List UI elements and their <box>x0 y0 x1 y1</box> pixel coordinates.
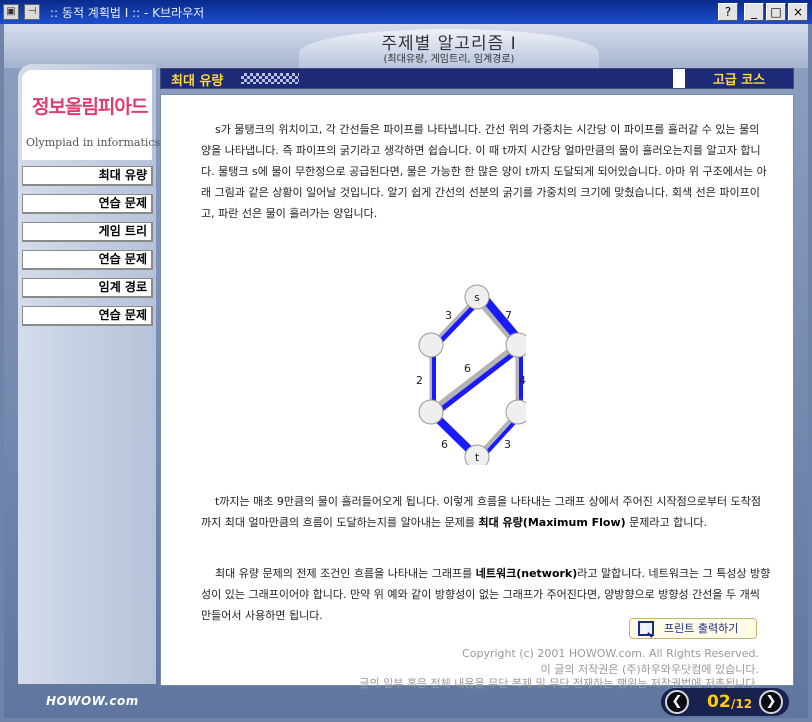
sidebar-item-exercise-1[interactable]: 연습 문제 <box>22 194 153 214</box>
print-button-label: 프린트 출력하기 <box>664 622 739 635</box>
paragraph-network-text: 최대 유량 문제의 전제 조건인 흐름을 나타내는 그래프를 <box>215 567 476 580</box>
page-heading: 주제별 알고리즘 I (최대유량, 게임트리, 임계경로) <box>299 29 599 69</box>
node-label-t: t <box>475 451 480 464</box>
app-frame: 주제별 알고리즘 I (최대유량, 게임트리, 임계경로) 정보올림피아드 Ol… <box>4 24 808 718</box>
copyright-line: Copyright (c) 2001 HOWOW.com. All Rights… <box>462 647 759 660</box>
paragraph-max-flow: t까지는 매초 9만큼의 물이 흘러들어오게 됩니다. 이렇게 흐름을 나타내는… <box>201 491 771 533</box>
section-title-bar: 최대 유량 <box>161 69 673 89</box>
pipe-b-c <box>428 342 521 415</box>
sidebar-item-exercise-2[interactable]: 연습 문제 <box>22 250 153 270</box>
olympiad-logo: 정보올림피아드 Olympiad in informatics <box>22 70 160 160</box>
magnifier-print-icon <box>638 621 654 636</box>
paragraph-network: 최대 유량 문제의 전제 조건인 흐름을 나타내는 그래프를 네트워크(netw… <box>201 563 771 626</box>
section-title: 최대 유량 <box>171 74 224 89</box>
page-subtitle: (최대유량, 게임트리, 임계경로) <box>383 54 515 65</box>
node-a <box>418 332 444 358</box>
course-badge: 고급 코스 <box>685 69 793 88</box>
sidebar-menu: 최대 유량 연습 문제 게임 트리 연습 문제 임계 경로 연습 문제 <box>22 166 153 334</box>
sidebar-item-critical-path[interactable]: 임계 경로 <box>22 278 153 298</box>
node-d <box>505 399 526 425</box>
page-current: 02 <box>707 692 731 712</box>
minimize-button[interactable]: _ <box>744 3 764 21</box>
edge-weight-a-c: 2 <box>416 374 423 387</box>
prev-page-button[interactable]: ❮ <box>665 690 689 714</box>
edge-weight-c-t: 6 <box>441 438 448 451</box>
sidebar-item-game-tree[interactable]: 게임 트리 <box>22 222 153 242</box>
next-page-button[interactable]: ❯ <box>759 690 783 714</box>
paragraph-intro: s가 물탱크의 위치이고, 각 간선들은 파이프를 나타냅니다. 간선 위의 가… <box>201 123 767 220</box>
term-max-flow: 최대 유량(Maximum Flow) <box>478 516 626 529</box>
logo-text: 정보올림피아드 <box>32 96 148 118</box>
edge-weight-b-c: 6 <box>464 362 471 375</box>
print-button[interactable]: 프린트 출력하기 <box>629 618 757 639</box>
sidebar-item-exercise-3[interactable]: 연습 문제 <box>22 306 153 326</box>
browser-icon[interactable]: ▣ <box>3 4 19 20</box>
edge-weight-d-t: 3 <box>504 438 511 451</box>
page-total: /12 <box>731 697 753 711</box>
edge-weight-s-a: 3 <box>445 309 452 322</box>
logo-subtext: Olympiad in informatics <box>26 136 161 149</box>
page-title: 주제별 알고리즘 I <box>381 34 517 54</box>
node-c <box>418 399 444 425</box>
pin-icon[interactable]: ⊣ <box>24 4 40 20</box>
content-panel: s가 물탱크의 위치이고, 각 간선들은 파이프를 나타냅니다. 간선 위의 가… <box>160 94 794 690</box>
howow-logo: HOWOW.com <box>46 694 139 708</box>
help-button[interactable]: ? <box>718 3 738 21</box>
edge-weight-b-d: 4 <box>519 374 526 387</box>
term-network: 네트워크(network) <box>475 567 578 580</box>
node-label-s: s <box>474 291 480 304</box>
window-title: :: 동적 계획법 I :: - K브라우저 <box>50 6 205 20</box>
sidebar: 정보올림피아드 Olympiad in informatics 최대 유량 연습… <box>18 64 160 684</box>
checker-decoration <box>241 73 299 84</box>
paragraph-max-flow-end: 문제라고 합니다. <box>625 516 708 529</box>
sidebar-item-max-flow[interactable]: 최대 유량 <box>22 166 153 186</box>
edge-weight-s-b: 7 <box>505 309 512 322</box>
maximize-button[interactable]: □ <box>766 3 786 21</box>
node-b <box>505 332 526 358</box>
course-label: 고급 코스 <box>712 73 766 88</box>
chevron-right-icon: ❯ <box>765 694 777 709</box>
section-header: 최대 유량 고급 코스 <box>160 68 794 89</box>
title-bar: ▣ ⊣ :: 동적 계획법 I :: - K브라우저 ? _ □ × <box>0 0 812 24</box>
page-navigator: ❮ 02 /12 ❯ <box>661 688 789 716</box>
close-button[interactable]: × <box>788 3 808 21</box>
chevron-left-icon: ❮ <box>671 694 683 709</box>
flow-network-graph: s t 3 7 2 6 4 6 3 <box>416 284 526 465</box>
